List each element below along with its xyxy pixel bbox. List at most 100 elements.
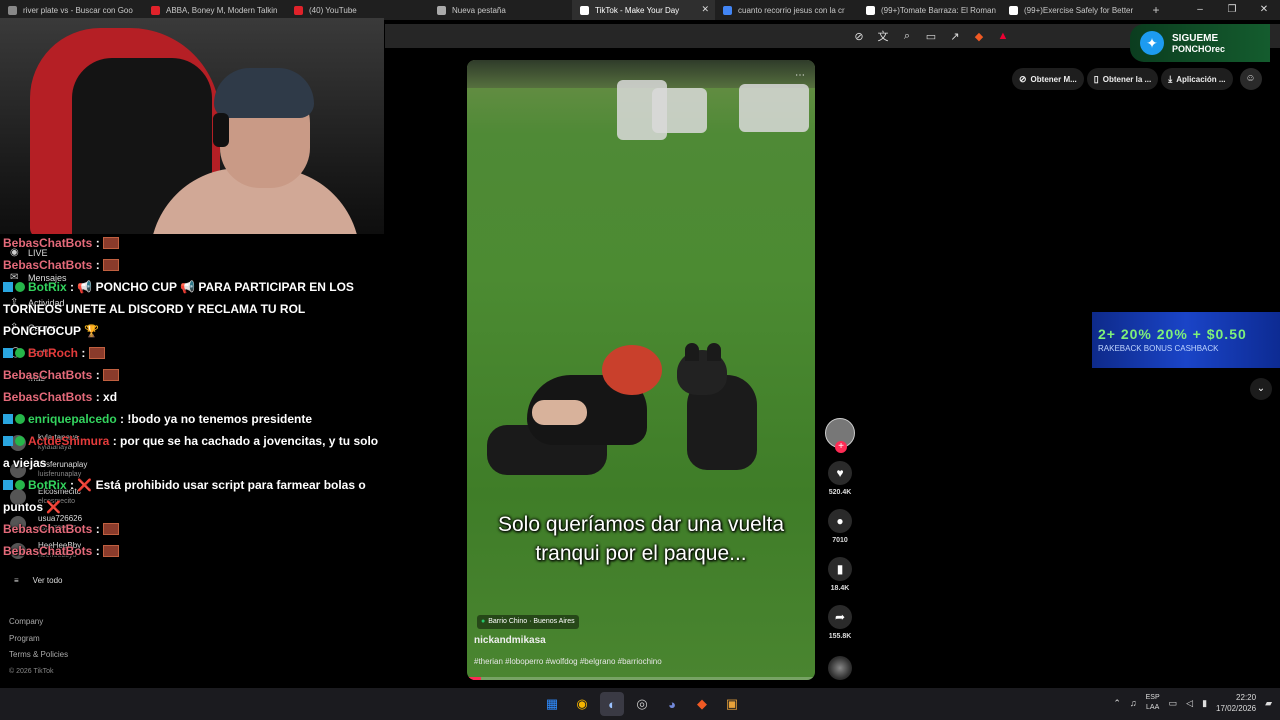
mute-icon[interactable]: ⊘ [852,30,866,43]
get-coins-button[interactable]: ⊘ Obtener M... [1012,68,1084,90]
browser-tab[interactable]: ABBA, Boney M, Modern Talkin [143,0,286,20]
new-tab-button[interactable]: + [1144,3,1168,17]
tray-chevron-icon[interactable]: ⌃ [1113,698,1121,709]
creator-avatar[interactable]: + [825,418,855,453]
video-progress-bar[interactable] [467,677,815,680]
browser-tab[interactable]: (99+)Exercise Safely for Better [1001,0,1144,20]
taskbar-apps: ▦ ◉ ◐ ◎ ◕ ◆ ▣ [540,692,744,716]
video-people-group [652,88,707,133]
chat-separator: : [66,478,78,492]
twitter-line2: PONCHOrec [1172,43,1226,54]
video-player[interactable]: ⋯ Solo queríamos dar una vuelta tranqui … [467,60,815,680]
browser-tab[interactable]: cuanto recorrio jesus con la cr [715,0,858,20]
tab-close-icon[interactable]: ✕ [701,4,709,15]
follow-plus-icon[interactable]: + [835,441,847,453]
tab-label: (40) YouTube [309,5,357,15]
chat-username: ActdeShimura [28,434,110,448]
footer-terms-link[interactable]: Terms & Policies [9,647,68,664]
chat-separator: : [92,390,104,404]
chat-emote-icon [103,259,120,271]
minimize-icon[interactable]: – [1184,0,1216,20]
app-icon[interactable]: ▣ [720,692,744,716]
video-author[interactable]: nickandmikasa [474,635,546,646]
cast-icon[interactable]: ▭ [924,30,938,43]
chat-emote-icon [103,369,120,381]
video-caption: Solo queríamos dar una vuelta tranqui po… [497,513,784,565]
battery-icon[interactable]: ▮ [1202,698,1207,709]
browser-tab[interactable]: (40) YouTube [286,0,429,20]
translate-icon[interactable]: 文 [876,28,890,44]
video-location[interactable]: ● Barrio Chino · Buenos Aires [477,615,579,629]
steam-icon[interactable]: ◐ [600,692,624,716]
see-all-label: Ver todo [32,576,63,585]
video-dog [677,343,757,475]
phone-icon: ▯ [1093,73,1099,84]
video-progress-fill [467,677,481,680]
heart-icon: ♥ [828,461,852,485]
footer-company-link[interactable]: Company [9,614,68,631]
network-icon[interactable]: ▭ [1169,698,1178,709]
headphone [213,113,229,147]
music-disc-icon[interactable] [828,656,852,680]
promo-banner[interactable]: 2+ 20% 20% + $0.50 RAKEBACK BONUS CASHBA… [1092,312,1280,368]
get-app-button[interactable]: ▯ Obtener la ... [1086,68,1159,90]
share-button[interactable]: ➦ 155.8K [822,605,858,640]
video-more-icon[interactable]: ⋯ [795,70,805,81]
get-app-label: Obtener la ... [1102,74,1152,84]
microphone-icon[interactable]: ♫ [1130,698,1137,708]
profile-icon[interactable]: ☺ [1239,68,1262,90]
desktop-app-button[interactable]: ⤓ Aplicación ... [1161,68,1233,90]
close-window-icon[interactable]: ✕ [1248,0,1280,20]
windows-taskbar: ▦ ◉ ◐ ◎ ◕ ◆ ▣ ⌃ ♫ ESP LAA ▭ ◁ ▮ 22:20 17… [0,688,1280,720]
chat-separator: : [78,346,89,360]
clock[interactable]: 22:20 17/02/2026 [1216,692,1256,714]
brave-shield-icon[interactable]: ◆ [972,30,986,43]
scroll-down-button[interactable]: ⌄ [1250,378,1272,400]
like-button[interactable]: ♥ 520.4K [822,461,858,496]
see-all-button[interactable]: ≡ Ver todo [14,576,62,585]
language-indicator[interactable]: ESP LAA [1146,693,1160,713]
chat-separator: : [109,434,121,448]
dog-ear [685,343,699,361]
sidebar-footer: Company Program Terms & Policies © 2026 … [9,614,68,680]
brave-icon[interactable]: ◆ [690,692,714,716]
promo-line1: 2+ 20% 20% + $0.50 [1098,326,1247,342]
video-hashtags[interactable]: #therian #loboperro #wolfdog #belgrano #… [474,657,662,666]
chat-emote-icon [88,347,105,359]
clock-time: 22:20 [1236,693,1257,702]
tab-favicon-icon [294,5,303,15]
chat-separator: : [92,522,104,536]
chat-emote-icon [103,237,120,249]
chat-message: BotRix : ❌ Está prohibido usar script pa… [3,474,383,518]
browser-tab[interactable]: (99+)Tomate Barraza: El Roman [858,0,1001,20]
obs-icon[interactable]: ◎ [630,692,654,716]
footer-program-link[interactable]: Program [9,631,68,648]
chat-separator: : [92,368,104,382]
browser-tab[interactable]: Nueva pestaña [429,0,572,20]
tab-label: cuanto recorrio jesus con la cr [738,5,845,15]
chat-username: BotRix [28,478,67,492]
brave-rewards-icon[interactable]: ▲ [996,30,1010,42]
chat-username: BebasChatBots [3,390,93,404]
streamer-webcam [0,18,384,234]
chat-separator: : [116,412,128,426]
browser-tab[interactable]: river plate vs - Buscar con Goo [0,0,143,20]
browser-tab[interactable]: TikTok - Make Your Day ✕ [572,0,715,20]
discord-icon[interactable]: ◕ [660,692,684,716]
tab-favicon-icon [437,5,446,15]
notification-icon[interactable]: ▰ [1265,698,1272,709]
chat-message: BotRoch : [3,342,383,364]
chat-username: BebasChatBots [3,522,93,536]
chat-badge-icon [3,414,13,424]
zoom-icon[interactable]: ⌕ [900,30,914,43]
comment-button[interactable]: ● 7010 [822,509,858,544]
volume-icon[interactable]: ◁ [1186,698,1193,709]
restore-icon[interactable]: ❐ [1216,0,1248,20]
share-icon[interactable]: ↗ [948,30,962,43]
video-person [487,345,662,480]
chrome-icon[interactable]: ◉ [570,692,594,716]
chat-message: BebasChatBots : [3,364,383,386]
save-button[interactable]: ▮ 18.4K [822,557,858,592]
comment-count: 7010 [832,537,848,544]
windows-start-icon[interactable]: ▦ [540,692,564,716]
